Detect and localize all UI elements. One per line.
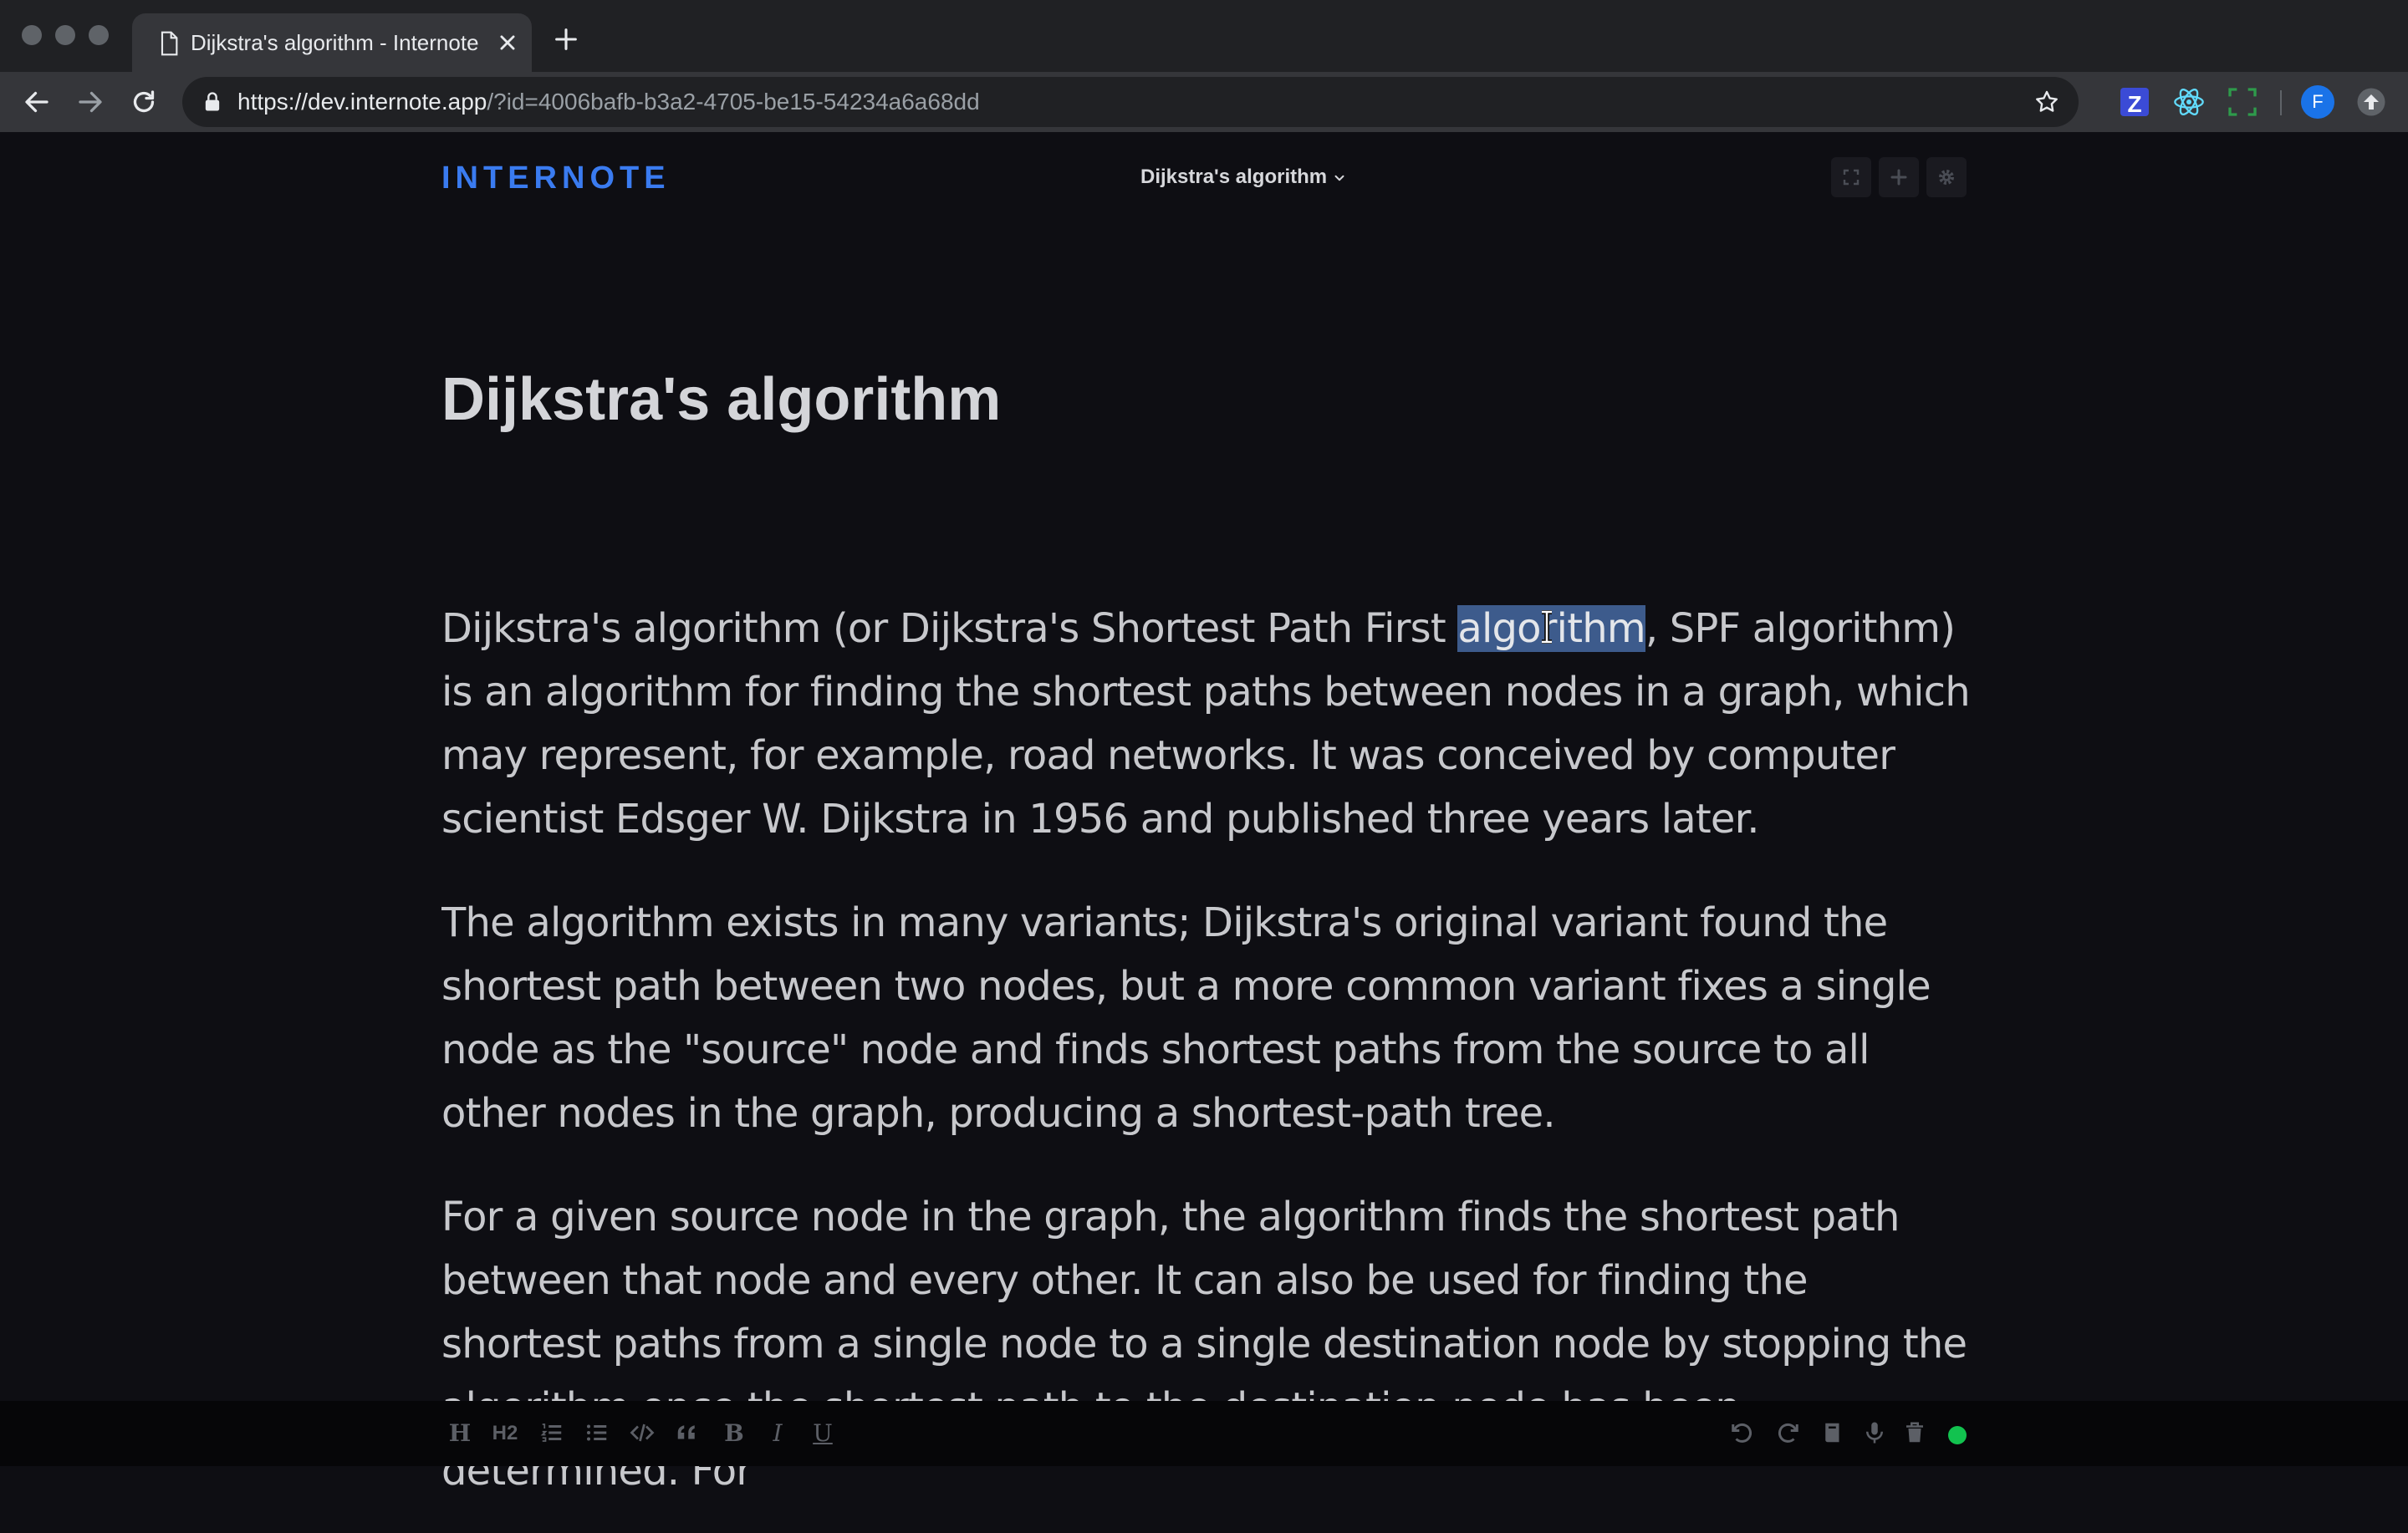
extension-z-icon[interactable]: Z: [2120, 88, 2149, 117]
redo-button[interactable]: [1773, 1416, 1803, 1451]
ordered-list-icon: [540, 1424, 562, 1442]
toolbar-separator: [2280, 90, 2282, 115]
microphone-icon: [1866, 1422, 1883, 1444]
bookmark-star-icon[interactable]: [2033, 89, 2060, 115]
connection-status-indicator: [1948, 1426, 1967, 1444]
note-selector-label: Dijkstra's algorithm: [1140, 166, 1328, 188]
react-devtools-icon[interactable]: [2172, 85, 2206, 119]
italic-button[interactable]: I: [763, 1416, 793, 1451]
url-host: https://dev.internote.app: [237, 89, 487, 115]
gear-icon: [1939, 170, 1954, 185]
new-note-button[interactable]: [1879, 157, 1919, 197]
bold-button[interactable]: B: [719, 1416, 749, 1451]
window-close-button[interactable]: [22, 25, 42, 45]
document-title[interactable]: Dijkstra's algorithm: [441, 358, 1001, 441]
url-path: /?id=4006bafb-b3a2-4705-be15-54234a6a68d…: [487, 89, 980, 115]
tab-close-icon[interactable]: [493, 28, 522, 57]
chevron-down-icon: [1334, 175, 1344, 181]
paragraph-1-text-start: Dijkstra's algorithm (or Dijkstra's Shor…: [441, 605, 1458, 652]
delete-note-button[interactable]: [1900, 1416, 1930, 1451]
dictionary-button[interactable]: [1818, 1416, 1848, 1451]
heading-2-button[interactable]: H2: [490, 1416, 520, 1451]
trash-icon: [1906, 1422, 1923, 1443]
lock-icon: [205, 92, 220, 111]
browser-tab-active[interactable]: Dijkstra's algorithm - Internote: [132, 13, 532, 72]
tab-title: Dijkstra's algorithm - Internote: [191, 30, 479, 55]
dictation-button[interactable]: [1860, 1416, 1890, 1451]
settings-button[interactable]: [1926, 157, 1967, 197]
book-icon: [1825, 1423, 1839, 1443]
address-bar[interactable]: https://dev.internote.app/?id=4006bafb-b…: [182, 77, 2079, 127]
heading-1-button[interactable]: H: [445, 1416, 475, 1451]
text-cursor-icon: [1542, 610, 1552, 644]
browser-toolbar: https://dev.internote.app/?id=4006bafb-b…: [0, 72, 2408, 132]
note-selector-dropdown[interactable]: Dijkstra's algorithm: [1140, 160, 1347, 194]
back-arrow-icon[interactable]: [22, 87, 52, 117]
paragraph-2[interactable]: The algorithm exists in many variants; D…: [441, 891, 1972, 1145]
formatting-toolbar: H H2 B I U: [0, 1401, 2408, 1466]
profile-avatar[interactable]: F: [2301, 85, 2334, 119]
reload-icon[interactable]: [129, 87, 159, 117]
url-text: https://dev.internote.app/?id=4006bafb-b…: [237, 77, 980, 127]
undo-button[interactable]: [1727, 1416, 1758, 1451]
internote-app: INTERNOTE Dijkstra's algorithm Dijkstra'…: [0, 132, 2408, 1495]
window-minimize-button[interactable]: [55, 25, 75, 45]
app-logo[interactable]: INTERNOTE: [441, 157, 671, 199]
code-button[interactable]: [627, 1416, 657, 1451]
editor-content[interactable]: Dijkstra's algorithm (or Dijkstra's Shor…: [441, 597, 1972, 1533]
blockquote-button[interactable]: [672, 1416, 702, 1451]
paragraph-1[interactable]: Dijkstra's algorithm (or Dijkstra's Shor…: [441, 597, 1972, 851]
forward-arrow-icon[interactable]: [75, 87, 105, 117]
browser-tab-bar: Dijkstra's algorithm - Internote: [0, 0, 2408, 72]
new-tab-icon[interactable]: [552, 25, 580, 53]
undo-icon: [1732, 1423, 1752, 1443]
screenshot-extension-icon[interactable]: [2226, 85, 2259, 119]
expand-icon: [1843, 169, 1860, 186]
redo-icon: [1778, 1423, 1798, 1443]
update-arrow-icon[interactable]: [2356, 87, 2386, 117]
plus-icon: [1890, 169, 1907, 186]
fullscreen-button[interactable]: [1831, 157, 1871, 197]
document-icon: [161, 31, 178, 56]
bullet-list-icon: [587, 1424, 607, 1441]
bullet-list-button[interactable]: [582, 1416, 612, 1451]
quote-icon: [677, 1425, 695, 1439]
ordered-list-button[interactable]: [537, 1416, 567, 1451]
underline-button[interactable]: U: [808, 1416, 838, 1451]
code-icon: [630, 1424, 655, 1442]
window-zoom-button[interactable]: [89, 25, 109, 45]
